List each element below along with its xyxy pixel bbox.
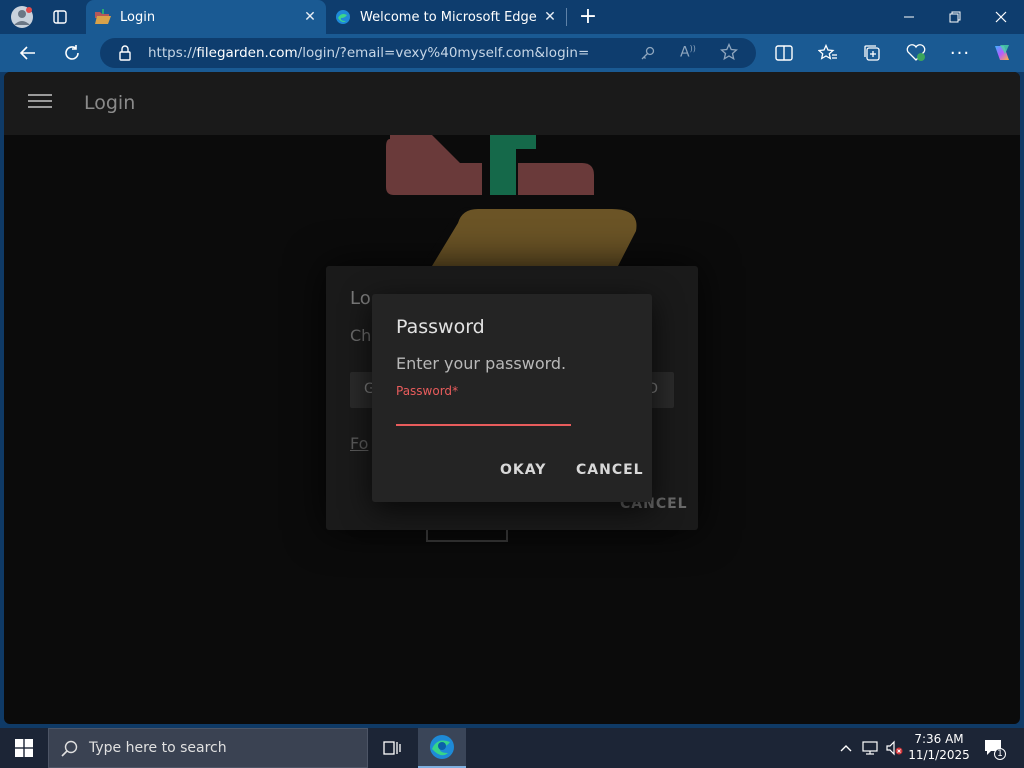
tab-close-icon[interactable]: ✕ — [540, 9, 560, 25]
login-card-title: Lo — [350, 288, 371, 309]
tab-label: Welcome to Microsoft Edge — [360, 9, 537, 25]
tab-separator — [566, 8, 567, 26]
chevron-up-icon[interactable] — [836, 738, 856, 758]
favorites-icon[interactable] — [812, 38, 844, 68]
volume-muted-icon[interactable] — [884, 738, 904, 758]
hamburger-menu-icon[interactable] — [28, 94, 52, 114]
browser-toolbar: https://filegarden.com/login/?email=vexy… — [0, 34, 1024, 72]
system-clock[interactable]: 7:36 AM 11/1/2025 — [906, 731, 972, 763]
search-icon — [61, 740, 79, 762]
new-tab-button[interactable]: + — [574, 3, 602, 31]
web-page: Login Lo Ch G D Fo CANCEL Password Enter… — [4, 72, 1020, 724]
tab-actions-icon[interactable] — [48, 6, 72, 28]
password-dialog: Password Enter your password. Password* … — [372, 294, 652, 502]
url-path: /login/?email=vexy%40myself.com&login= — [297, 45, 590, 61]
tab-label: Login — [120, 9, 156, 25]
notification-count-badge: 1 — [994, 748, 1006, 760]
lock-icon[interactable] — [118, 45, 132, 65]
password-input[interactable] — [396, 400, 571, 426]
password-label-text: Password — [396, 384, 453, 398]
tab-welcome[interactable]: Welcome to Microsoft Edge ✕ — [326, 0, 566, 34]
okay-button[interactable]: OKAY — [500, 462, 546, 478]
search-placeholder: Type here to search — [89, 740, 227, 756]
app-bar: Login — [4, 72, 1020, 135]
tab-close-icon[interactable]: ✕ — [300, 9, 320, 25]
clock-date: 11/1/2025 — [908, 748, 970, 762]
collections-icon[interactable] — [856, 38, 888, 68]
minimize-button[interactable] — [886, 0, 932, 34]
dialog-title: Password — [396, 316, 485, 338]
split-screen-icon[interactable] — [768, 38, 800, 68]
password-field-label: Password* — [396, 384, 458, 398]
windows-taskbar: Type here to search 7:36 AM 11/1/2025 1 — [0, 728, 1024, 768]
cancel-button[interactable]: CANCEL — [576, 462, 644, 478]
dialog-description: Enter your password. — [396, 354, 567, 373]
forgot-link[interactable]: Fo — [350, 434, 368, 453]
read-aloud-icon[interactable]: A)) — [680, 44, 696, 61]
network-icon[interactable] — [860, 738, 880, 758]
copilot-icon[interactable] — [986, 38, 1018, 68]
clock-time: 7:36 AM — [914, 732, 964, 746]
settings-more-icon[interactable]: ··· — [944, 38, 976, 68]
login-card-description: Ch — [350, 326, 372, 345]
restore-button[interactable] — [932, 0, 978, 34]
filegarden-favicon-icon — [94, 8, 112, 26]
back-button[interactable] — [12, 38, 44, 68]
taskbar-search-box[interactable]: Type here to search — [48, 728, 368, 768]
address-bar[interactable]: https://filegarden.com/login/?email=vexy… — [100, 38, 756, 68]
edge-favicon-icon — [334, 8, 352, 26]
key-icon[interactable] — [640, 45, 656, 65]
filegarden-logo — [382, 135, 642, 270]
page-title: Login — [84, 92, 136, 114]
tab-login[interactable]: Login ✕ — [86, 0, 326, 34]
browser-essentials-icon[interactable] — [900, 38, 932, 68]
edge-taskbar-icon[interactable] — [418, 728, 466, 768]
url-prefix: https:// — [148, 45, 197, 61]
login-card-outline-button[interactable] — [426, 530, 508, 542]
url-host: filegarden.com — [196, 45, 298, 61]
url-text: https://filegarden.com/login/?email=vexy… — [148, 45, 589, 61]
favorite-star-icon[interactable] — [719, 42, 739, 65]
profile-avatar[interactable] — [8, 4, 36, 30]
browser-tab-strip: Login ✕ Welcome to Microsoft Edge ✕ + — [0, 0, 1024, 34]
close-window-button[interactable] — [978, 0, 1024, 34]
start-button[interactable] — [0, 728, 48, 768]
refresh-button[interactable] — [56, 38, 88, 68]
task-view-icon[interactable] — [372, 728, 412, 768]
required-marker: * — [452, 384, 459, 398]
